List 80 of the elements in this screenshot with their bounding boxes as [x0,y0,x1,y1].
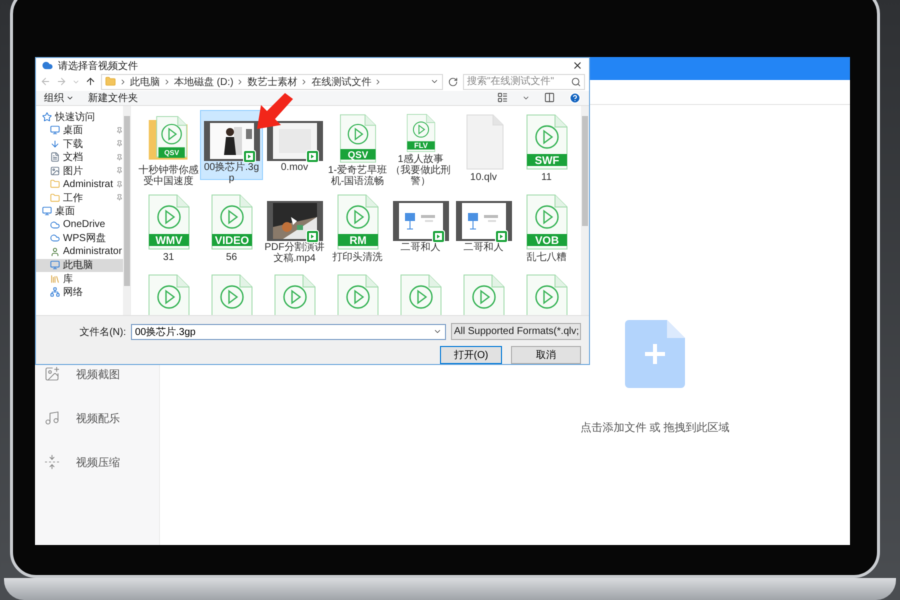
desktop-icon [42,206,52,216]
file-item[interactable]: PDF分割演讲文稿.mp4 [263,190,326,268]
path-segment[interactable]: 此电脑 [130,74,160,89]
nav-item[interactable]: 图片 [36,164,124,178]
nav-item[interactable]: 库 [36,272,124,286]
dialog-title: 请选择音视频文件 [58,60,139,73]
app-icon [42,60,53,72]
caret-icon [433,327,442,336]
nav-item[interactable]: 桌面 [36,204,124,218]
pictures-icon [50,166,60,176]
drop-zone-text: 点击添加文件 或 拖拽到此区域 [580,420,730,435]
sidebar-item[interactable]: 视频配乐 [35,407,159,429]
back-icon[interactable] [40,76,51,88]
scrollbar[interactable] [123,106,130,315]
cloud-icon [50,233,60,244]
file-item[interactable]: 0.mov [263,110,326,188]
filename-label: 文件名(N): [79,326,126,338]
user-icon [50,246,60,257]
file-item[interactable]: WMV 31 [137,190,200,268]
file-item[interactable]: VIDEO 56 [200,190,263,268]
computer-icon [50,260,60,270]
view-icon[interactable] [497,92,508,104]
sidebar-item[interactable]: 视频截图 [35,363,159,385]
up-icon[interactable] [85,76,96,88]
screenshot-icon [44,366,60,382]
nav-item[interactable]: WPS网盘 [36,232,124,245]
nav-item[interactable]: 文档 [36,150,124,164]
nav-item[interactable]: 下载 [36,137,124,150]
chevron-icon [163,78,171,86]
close-icon[interactable] [572,60,583,72]
dialog-button[interactable]: 取消 [511,346,581,364]
download-icon [50,138,60,149]
sidebar-item[interactable]: 视频压缩 [35,451,159,473]
nav-item[interactable]: Administrator [36,245,124,258]
nav-item[interactable]: 工作 [36,191,124,204]
toolbar-button[interactable]: 组织 [44,90,74,105]
folder-icon [50,192,60,203]
scrollbar[interactable] [581,106,589,315]
toolbar-button[interactable]: 新建文件夹 [88,90,138,105]
desktop-icon [50,125,60,136]
file-item[interactable]: QSV 1-爱奇艺早班机-国语流畅 [326,110,389,188]
chevron-icon [119,78,127,86]
refresh-icon[interactable] [448,76,458,87]
search-icon [571,76,581,87]
filename-box[interactable]: 00换芯片.3gp [131,324,446,340]
cloud-icon [50,220,60,230]
nav-item[interactable]: 网络 [36,286,124,299]
file-item[interactable]: RM 打印头清洗 [326,190,389,268]
nav-item[interactable]: 快速访问 [36,110,124,124]
folder-icon [50,179,60,190]
file-type-select[interactable]: All Supported Formats(*.qlv; [451,323,581,340]
play-badge-icon [494,230,508,243]
play-badge-icon [306,150,318,163]
play-badge-icon [306,230,318,243]
dialog-button[interactable]: 打开(O) [440,346,502,364]
star-icon [42,112,52,122]
play-badge-icon [432,230,444,243]
file-item[interactable]: VOB 乱七八糟 [515,190,578,268]
play-badge-icon [242,150,256,163]
compress-icon [44,454,60,470]
network-icon [50,287,60,298]
file-item[interactable]: 10.qlv [452,110,515,188]
music-icon [44,410,60,426]
library-icon [50,274,60,284]
nav-item[interactable]: 此电脑 [36,258,124,272]
forward-icon[interactable] [56,76,67,88]
add-file-icon[interactable] [625,320,685,388]
address-bar[interactable]: 此电脑 本地磁盘 (D:) 数艺士素材 在线测试文件 [101,74,443,90]
file-item[interactable]: FLV 1感人故事（我要做此刑警） [389,110,452,188]
docs-icon [50,152,60,162]
help-icon[interactable] [569,92,581,104]
path-segment[interactable]: 在线测试文件 [311,74,372,89]
folder-icon [105,76,116,88]
file-item[interactable]: SWF 11 [515,110,578,188]
path-segment[interactable]: 本地磁盘 (D:) [174,74,234,89]
nav-item[interactable]: Administrat [36,178,124,191]
nav-item[interactable]: 桌面 [36,124,124,137]
nav-item[interactable]: OneDrive [36,218,124,232]
path-segment[interactable]: 数艺士素材 [247,74,298,89]
preview-pane-icon[interactable] [544,92,555,104]
